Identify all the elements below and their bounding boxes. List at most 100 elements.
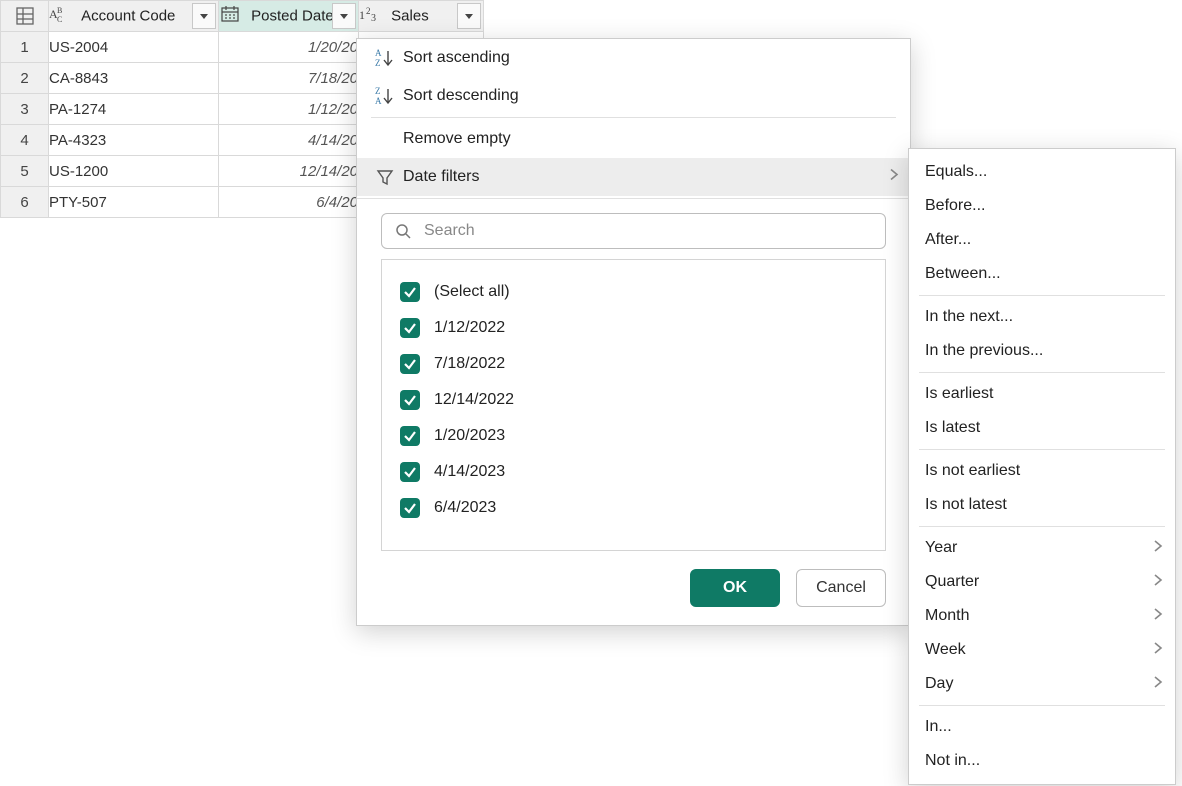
column-header-posted-date[interactable]: Posted Date: [219, 1, 359, 32]
checkbox-checked-icon[interactable]: [400, 282, 420, 302]
row-number[interactable]: 1: [1, 32, 49, 63]
filter-value-row[interactable]: 1/20/2023: [400, 418, 867, 454]
chevron-right-icon: [1153, 641, 1163, 659]
sort-asc-icon: A Z: [371, 47, 399, 69]
chevron-down-icon: [198, 10, 210, 22]
date-filters-item[interactable]: Date filters: [357, 158, 910, 196]
menu-label: Sort descending: [399, 87, 896, 105]
filter-is-latest[interactable]: Is latest: [909, 411, 1175, 445]
menu-label: Between...: [925, 265, 1001, 283]
svg-text:2: 2: [366, 6, 371, 16]
checkbox-checked-icon[interactable]: [400, 318, 420, 338]
checkbox-checked-icon[interactable]: [400, 426, 420, 446]
menu-label: After...: [925, 231, 971, 249]
search-input-wrapper[interactable]: [381, 213, 886, 249]
row-number[interactable]: 6: [1, 187, 49, 218]
row-number[interactable]: 4: [1, 125, 49, 156]
chevron-down-icon: [338, 10, 350, 22]
menu-label: Year: [925, 539, 957, 557]
checkbox-checked-icon[interactable]: [400, 354, 420, 374]
value-label: 4/14/2023: [434, 463, 505, 481]
column-label: Sales: [391, 8, 429, 25]
cell-posted-date[interactable]: 6/4/20: [219, 187, 359, 218]
date-type-icon: [219, 5, 241, 27]
filter-values-list: (Select all) 1/12/2022 7/18/2022 12/14/2…: [381, 259, 886, 551]
filter-in[interactable]: In...: [909, 710, 1175, 744]
row-number[interactable]: 3: [1, 94, 49, 125]
remove-empty-item[interactable]: Remove empty: [357, 120, 910, 158]
filter-after[interactable]: After...: [909, 223, 1175, 257]
chevron-down-icon: [463, 10, 475, 22]
filter-value-row[interactable]: 4/14/2023: [400, 454, 867, 490]
filter-week[interactable]: Week: [909, 633, 1175, 667]
value-label: 6/4/2023: [434, 499, 496, 517]
menu-label: Date filters: [399, 168, 896, 186]
ok-button[interactable]: OK: [690, 569, 780, 607]
filter-in-next[interactable]: In the next...: [909, 300, 1175, 334]
filter-equals[interactable]: Equals...: [909, 155, 1175, 189]
menu-separator: [919, 372, 1165, 373]
cell-account-code[interactable]: US-2004: [49, 32, 219, 63]
chevron-right-icon: [1153, 675, 1163, 693]
column-filter-button[interactable]: [457, 3, 481, 29]
filter-is-not-earliest[interactable]: Is not earliest: [909, 454, 1175, 488]
svg-text:B: B: [57, 6, 62, 15]
menu-label: Is not earliest: [925, 462, 1020, 480]
chevron-right-icon: [888, 168, 900, 187]
cell-posted-date[interactable]: 7/18/20: [219, 63, 359, 94]
column-filter-button[interactable]: [332, 3, 356, 29]
search-icon: [394, 222, 412, 240]
grid-corner[interactable]: [1, 1, 49, 32]
filter-not-in[interactable]: Not in...: [909, 744, 1175, 778]
column-filter-button[interactable]: [192, 3, 216, 29]
value-label: 1/20/2023: [434, 427, 505, 445]
filter-value-row[interactable]: 6/4/2023: [400, 490, 867, 526]
sort-ascending-item[interactable]: A Z Sort ascending: [357, 39, 910, 77]
sort-descending-item[interactable]: Z A Sort descending: [357, 77, 910, 115]
filter-value-row[interactable]: 12/14/2022: [400, 382, 867, 418]
cell-account-code[interactable]: PA-1274: [49, 94, 219, 125]
checkbox-checked-icon[interactable]: [400, 390, 420, 410]
svg-text:1: 1: [359, 8, 365, 22]
number-type-icon: 1 2 3: [359, 5, 381, 27]
filter-month[interactable]: Month: [909, 599, 1175, 633]
row-number[interactable]: 5: [1, 156, 49, 187]
value-label: (Select all): [434, 283, 510, 301]
menu-label: In...: [925, 718, 952, 736]
menu-label: Quarter: [925, 573, 979, 591]
filter-before[interactable]: Before...: [909, 189, 1175, 223]
value-label: 7/18/2022: [434, 355, 505, 373]
column-header-account-code[interactable]: A B C Account Code: [49, 1, 219, 32]
dialog-buttons: OK Cancel: [357, 551, 910, 607]
menu-label: Day: [925, 675, 953, 693]
search-input[interactable]: [422, 221, 873, 241]
column-header-sales[interactable]: 1 2 3 Sales: [359, 1, 484, 32]
cell-posted-date[interactable]: 1/20/20: [219, 32, 359, 63]
menu-label: Is latest: [925, 419, 980, 437]
checkbox-checked-icon[interactable]: [400, 462, 420, 482]
cell-posted-date[interactable]: 1/12/20: [219, 94, 359, 125]
text-type-icon: A B C: [49, 5, 71, 27]
filter-day[interactable]: Day: [909, 667, 1175, 701]
filter-value-row[interactable]: 7/18/2022: [400, 346, 867, 382]
checkbox-checked-icon[interactable]: [400, 498, 420, 518]
filter-value-row[interactable]: 1/12/2022: [400, 310, 867, 346]
filter-year[interactable]: Year: [909, 531, 1175, 565]
cancel-button[interactable]: Cancel: [796, 569, 886, 607]
filter-is-not-latest[interactable]: Is not latest: [909, 488, 1175, 522]
chevron-right-icon: [1153, 539, 1163, 557]
filter-between[interactable]: Between...: [909, 257, 1175, 291]
cell-account-code[interactable]: CA-8843: [49, 63, 219, 94]
cell-account-code[interactable]: PA-4323: [49, 125, 219, 156]
cell-account-code[interactable]: PTY-507: [49, 187, 219, 218]
cell-account-code[interactable]: US-1200: [49, 156, 219, 187]
cell-posted-date[interactable]: 12/14/20: [219, 156, 359, 187]
svg-text:Z: Z: [375, 58, 381, 68]
select-all-row[interactable]: (Select all): [400, 274, 867, 310]
row-number[interactable]: 2: [1, 63, 49, 94]
filter-quarter[interactable]: Quarter: [909, 565, 1175, 599]
cell-posted-date[interactable]: 4/14/20: [219, 125, 359, 156]
table-icon: [15, 6, 35, 26]
filter-in-previous[interactable]: In the previous...: [909, 334, 1175, 368]
filter-is-earliest[interactable]: Is earliest: [909, 377, 1175, 411]
